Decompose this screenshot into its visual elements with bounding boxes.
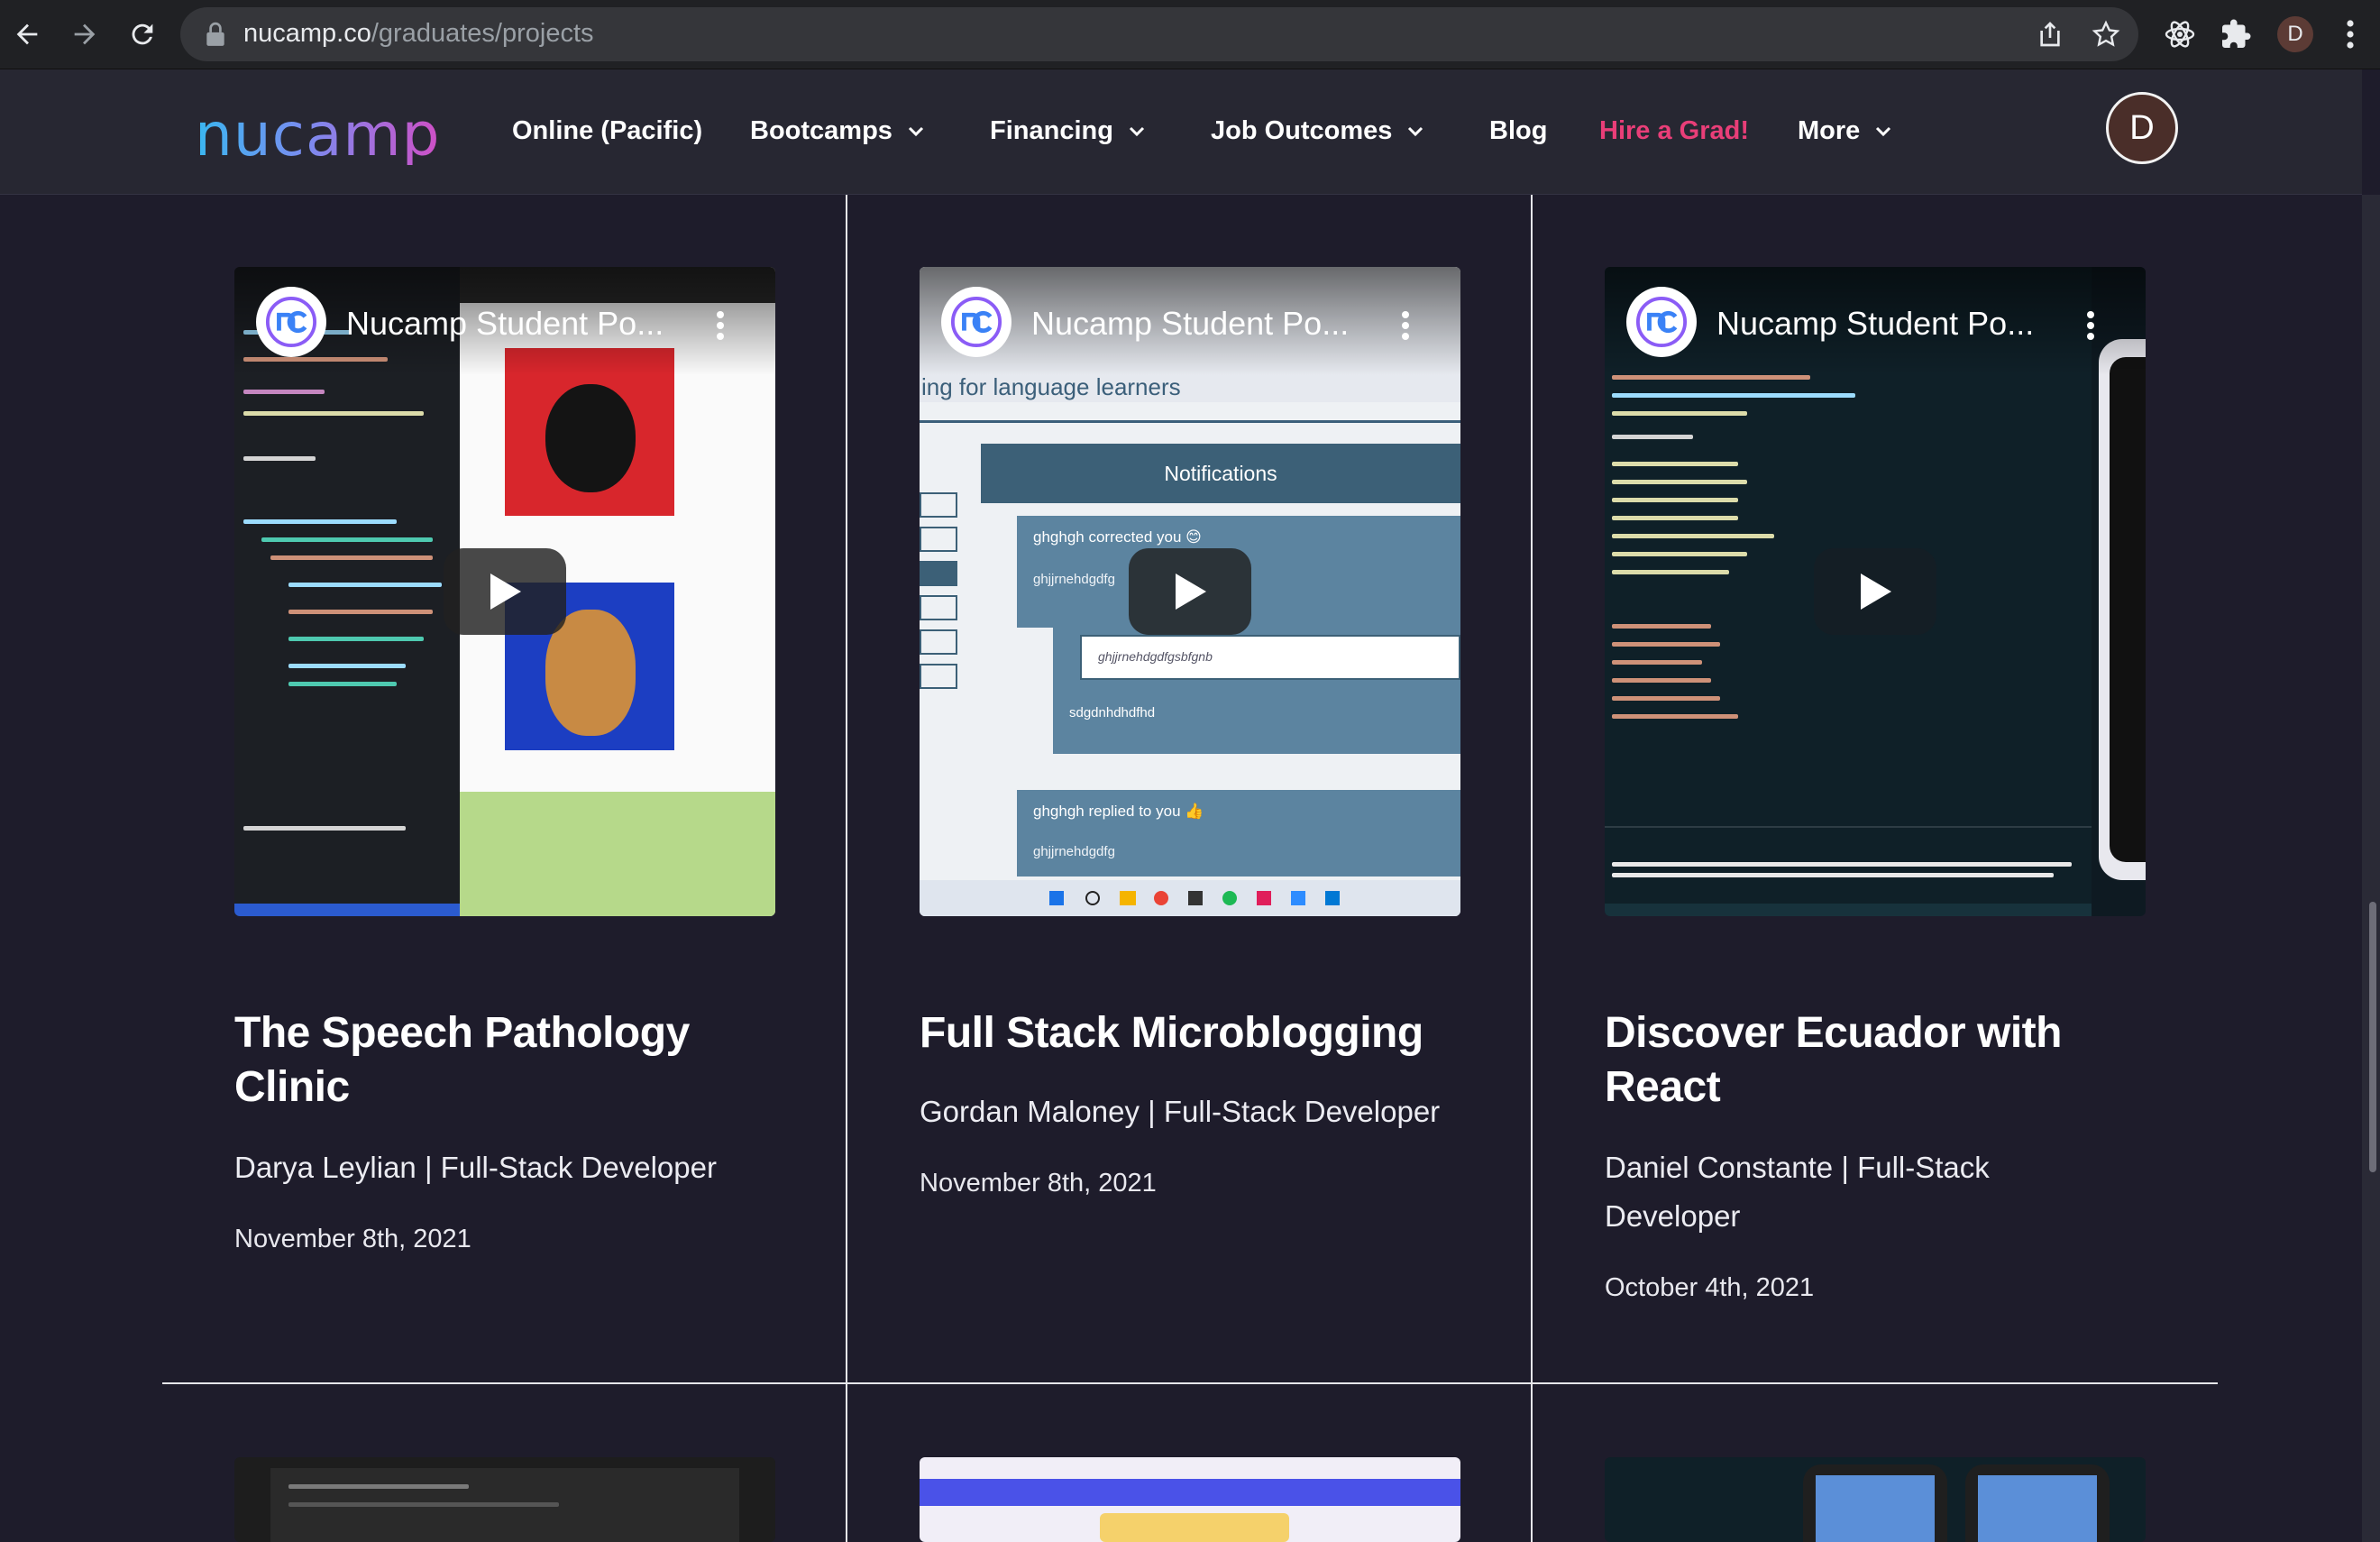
row-divider <box>162 1382 2218 1384</box>
nav-label: Online (Pacific) <box>512 116 703 145</box>
nucamp-channel-icon <box>1626 287 1697 357</box>
extensions-puzzle-icon[interactable] <box>2220 18 2252 50</box>
project-title[interactable]: The Speech Pathology Clinic <box>234 1006 775 1115</box>
play-button[interactable] <box>444 548 566 635</box>
lock-icon <box>206 22 224 46</box>
nav-hire-a-grad[interactable]: Hire a Grad! <box>1599 116 1749 146</box>
chevron-down-icon <box>1876 126 1891 136</box>
play-icon <box>490 574 521 610</box>
video-title: Nucamp Student Po... <box>1031 305 1350 342</box>
notifications-header: Notifications <box>981 444 1460 503</box>
user-avatar[interactable]: D <box>2106 92 2178 164</box>
nav-label: Financing <box>990 116 1113 145</box>
nav-bootcamps[interactable]: Bootcamps <box>750 116 925 146</box>
play-button[interactable] <box>1129 548 1251 635</box>
video-more-icon[interactable] <box>2086 310 2095 341</box>
reload-button[interactable] <box>121 13 164 56</box>
video-thumbnail[interactable] <box>1605 1457 2146 1542</box>
bookmark-star-icon[interactable] <box>2092 20 2120 49</box>
forward-button[interactable] <box>63 13 106 56</box>
video-thumbnail[interactable]: Nucamp Student Po... <box>234 267 775 916</box>
share-icon[interactable] <box>2036 20 2064 49</box>
nav-label: More <box>1798 116 1861 145</box>
nucamp-logo[interactable]: nucamp <box>195 106 441 165</box>
video-more-icon[interactable] <box>1401 310 1410 341</box>
nav-blog[interactable]: Blog <box>1489 116 1547 146</box>
project-title[interactable]: Discover Ecuador with React <box>1605 1006 2146 1115</box>
nav-label: Hire a Grad! <box>1599 116 1749 145</box>
reload-icon <box>132 23 153 45</box>
nav-financing[interactable]: Financing <box>990 116 1146 146</box>
video-title: Nucamp Student Po... <box>346 305 664 342</box>
project-author: Darya Leylian | Full-Stack Developer <box>234 1151 717 1184</box>
video-thumbnail[interactable]: Nucamp Student Po... <box>1605 267 2146 916</box>
nav-job-outcomes[interactable]: Job Outcomes <box>1211 116 1424 146</box>
video-thumbnail[interactable]: ing for language learners Notifications … <box>920 267 1460 916</box>
project-date: November 8th, 2021 <box>234 1225 471 1253</box>
nav-label: Blog <box>1489 116 1548 145</box>
browser-toolbar: nucamp.co/graduates/projects D <box>0 0 2380 69</box>
project-date: October 4th, 2021 <box>1605 1273 1815 1302</box>
arrow-left-icon <box>16 23 38 45</box>
nav-online-pacific[interactable]: Online (Pacific) <box>512 116 702 146</box>
play-icon <box>1861 574 1891 610</box>
arrow-right-icon <box>74 23 96 45</box>
back-button[interactable] <box>5 13 49 56</box>
site-header: nucamp Online (Pacific) Bootcamps Financ… <box>0 69 2362 195</box>
browser-profile-avatar[interactable]: D <box>2277 16 2313 52</box>
nucamp-channel-icon <box>256 287 326 357</box>
grid-divider <box>1531 195 1533 1542</box>
taskbar <box>920 880 1460 916</box>
react-devtools-icon[interactable] <box>2164 18 2196 50</box>
play-button[interactable] <box>1814 548 1936 635</box>
video-thumbnail[interactable] <box>920 1457 1460 1542</box>
address-bar[interactable]: nucamp.co/graduates/projects <box>180 7 2138 61</box>
project-date: November 8th, 2021 <box>920 1169 1157 1198</box>
project-author: Daniel Constante | Full-Stack Developer <box>1605 1151 1990 1233</box>
grid-divider <box>846 195 847 1542</box>
project-author: Gordan Maloney | Full-Stack Developer <box>920 1095 1441 1128</box>
nucamp-channel-icon <box>941 287 1012 357</box>
reply-box: ghjjrnehdgdfgsbfgnb sdgdnhdhdfhd <box>1053 619 1460 754</box>
nav-label: Job Outcomes <box>1211 116 1393 145</box>
nav-more[interactable]: More <box>1798 116 1892 146</box>
chevron-down-icon <box>1408 126 1423 136</box>
chevron-down-icon <box>1129 126 1145 136</box>
project-title[interactable]: Full Stack Microblogging <box>920 1006 1460 1060</box>
video-thumbnail[interactable] <box>234 1457 775 1542</box>
scrollbar-track[interactable] <box>2362 195 2380 1542</box>
video-title: Nucamp Student Po... <box>1716 305 2035 342</box>
notification-item: ghghgh replied to you 👍 ghjjrnehdgdfg <box>1017 790 1460 877</box>
video-more-icon[interactable] <box>716 310 725 341</box>
nav-label: Bootcamps <box>750 116 892 145</box>
sidebar-tabs <box>920 492 959 691</box>
browser-menu-icon[interactable] <box>2337 18 2364 50</box>
url-text: nucamp.co/graduates/projects <box>243 19 594 48</box>
screenshot-banner: ing for language learners <box>921 373 1181 400</box>
play-icon <box>1176 574 1206 610</box>
scrollbar-thumb[interactable] <box>2369 902 2376 1172</box>
chevron-down-icon <box>908 126 923 136</box>
